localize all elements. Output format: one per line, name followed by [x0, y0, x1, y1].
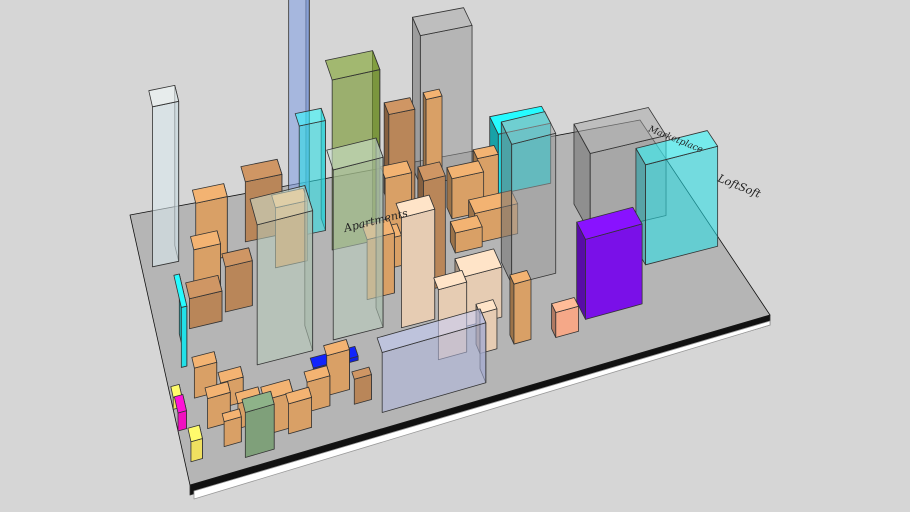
yellow-block-top — [187, 424, 203, 443]
building-front — [513, 278, 532, 345]
green-box-building-front — [244, 403, 275, 458]
grey-glass-building-side — [500, 121, 513, 285]
city-model — [129, 0, 771, 500]
tall-white-glass-tower-front — [152, 100, 180, 268]
apartments-glass-tower-front — [332, 156, 384, 341]
magenta-block-front — [177, 410, 187, 432]
cyan-glass-box-front — [645, 145, 719, 266]
3d-city-viewport[interactable]: Apartments LoftSoft Marketplace — [0, 0, 910, 512]
beige-building-front — [401, 208, 436, 329]
building-front — [224, 260, 253, 313]
purple-cube-front — [585, 223, 643, 320]
cyan-slab-front — [180, 305, 188, 368]
sage-glass-building-front — [256, 210, 314, 366]
building-side — [509, 274, 515, 345]
grey-glass-building-front — [511, 132, 557, 285]
yellow-block-front — [190, 438, 203, 463]
